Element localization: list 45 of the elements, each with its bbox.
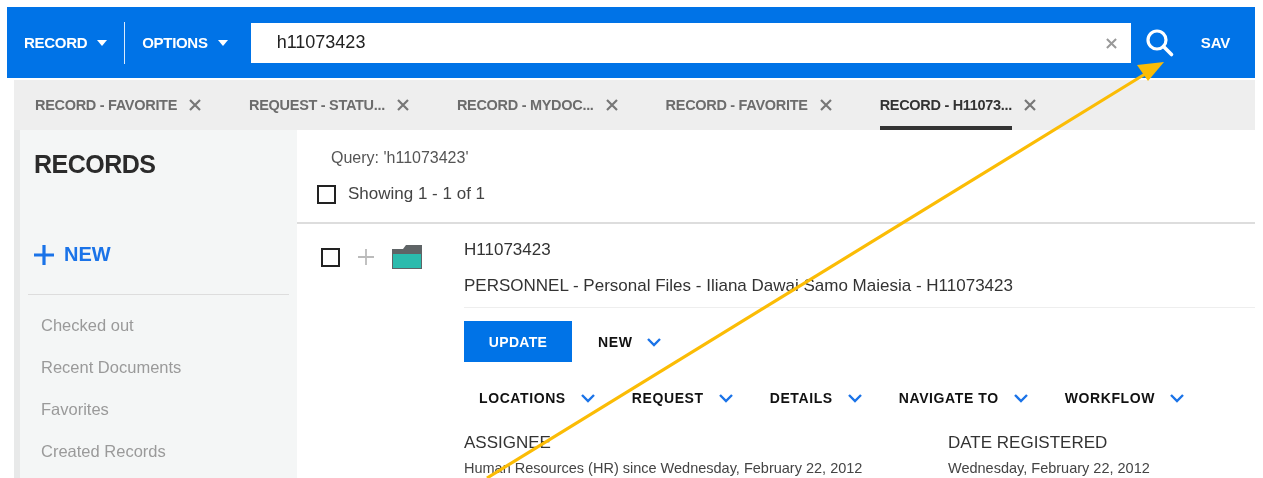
caret-icon — [97, 39, 108, 46]
checkbox[interactable] — [321, 247, 340, 267]
close-icon[interactable] — [1024, 99, 1037, 111]
dropdown-menu[interactable]: LOCATIONS — [479, 390, 596, 406]
menu-button[interactable]: RECORD — [7, 22, 125, 63]
record-number[interactable]: H11073423 — [464, 240, 1255, 260]
dropdown-menu[interactable]: NAVIGATE TO — [898, 390, 1029, 406]
save-button[interactable]: SAV — [1200, 34, 1231, 51]
close-icon[interactable] — [819, 99, 832, 111]
caret-icon — [217, 39, 228, 46]
search-field[interactable]: h11073423 — [250, 22, 1131, 63]
plus-icon — [34, 244, 54, 265]
field-value: Wednesday, February 22, 2012 — [948, 460, 1151, 476]
field-label: DATE REGISTERED — [948, 433, 1109, 453]
dropdown-menu[interactable]: DETAILS — [769, 390, 863, 406]
chevron-icon — [1169, 393, 1186, 403]
tab[interactable]: REQUEST - STATU... — [249, 80, 385, 130]
sidebar-item[interactable]: Created Records — [41, 441, 289, 462]
chevron-icon — [846, 393, 863, 403]
result-count: Showing 1 - 1 of 1 — [348, 184, 486, 204]
tab[interactable]: RECORD - FAVORITE — [665, 80, 808, 130]
menu-button[interactable]: OPTIONS — [125, 22, 245, 63]
dropdown-menu[interactable]: REQUEST — [631, 390, 734, 406]
query-text: Query: 'h11073423' — [331, 148, 470, 168]
close-icon[interactable] — [396, 99, 409, 111]
checkbox[interactable] — [317, 184, 336, 204]
new-button[interactable]: NEW — [34, 243, 289, 266]
sidebar-title: RECORDS — [34, 150, 157, 179]
update-button[interactable]: UPDATE — [464, 321, 572, 362]
sidebar-item[interactable]: Favorites — [41, 399, 289, 420]
close-icon[interactable] — [605, 99, 618, 111]
sidebar-item[interactable]: Checked out — [41, 315, 289, 336]
dropdown-menu[interactable]: WORKFLOW — [1064, 390, 1186, 406]
folder-icon — [392, 245, 422, 269]
search-icon[interactable] — [1144, 27, 1175, 58]
chevron-icon — [646, 336, 663, 347]
chevron-icon — [1012, 393, 1029, 403]
close-icon[interactable] — [189, 99, 202, 111]
tab[interactable]: RECORD - MYDOC... — [456, 80, 594, 130]
dropdown-menu[interactable]: NEW — [598, 333, 663, 350]
sidebar-item[interactable]: Recent Documents — [41, 357, 289, 378]
chevron-icon — [717, 393, 734, 403]
chevron-icon — [579, 393, 596, 403]
tab[interactable]: RECORD - FAVORITE — [35, 80, 178, 130]
clear-icon[interactable] — [1105, 37, 1117, 49]
